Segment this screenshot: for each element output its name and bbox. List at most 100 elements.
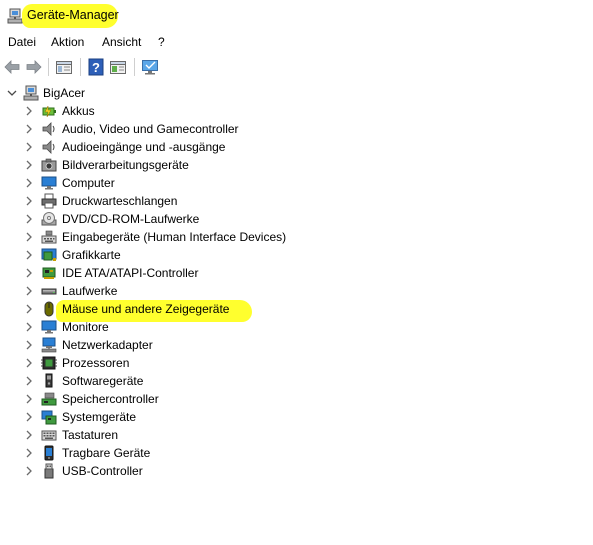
window-title: Geräte-Manager	[27, 8, 119, 22]
tree-item-hid[interactable]: Eingabegeräte (Human Interface Devices)	[0, 228, 593, 246]
toolbar: ?	[0, 55, 593, 79]
tree-item-label: Tragbare Geräte	[62, 446, 151, 460]
help-icon[interactable]: ?	[86, 57, 106, 77]
tree-item-drives[interactable]: Laufwerke	[0, 282, 593, 300]
tree-item-imaging[interactable]: Bildverarbeitungsgeräte	[0, 156, 593, 174]
chevron-right-icon[interactable]	[23, 339, 35, 351]
tree-item-portable-devices[interactable]: Tragbare Geräte	[0, 444, 593, 462]
tree-item-ide[interactable]: IDE ATA/ATAPI-Controller	[0, 264, 593, 282]
chevron-right-icon[interactable]	[23, 105, 35, 117]
tree-item-label: Eingabegeräte (Human Interface Devices)	[62, 230, 287, 244]
speaker-icon	[42, 140, 55, 154]
network-adapter-icon	[41, 337, 57, 353]
back-arrow-icon[interactable]	[2, 57, 22, 77]
tree-item-monitors[interactable]: Monitore	[0, 318, 593, 336]
tree-item-usb[interactable]: USB-Controller	[0, 462, 593, 480]
chevron-right-icon[interactable]	[23, 465, 35, 477]
chevron-right-icon[interactable]	[23, 213, 35, 225]
keyboard-icon	[41, 430, 57, 441]
tree-item-computer[interactable]: Computer	[0, 174, 593, 192]
chevron-right-icon[interactable]	[23, 231, 35, 243]
show-hidden-icon[interactable]	[108, 57, 128, 77]
tree-item-akkus[interactable]: Akkus	[0, 102, 593, 120]
chevron-right-icon[interactable]	[23, 357, 35, 369]
tree-item-mice[interactable]: Mäuse und andere Zeigegeräte	[0, 300, 593, 318]
tree-item-label: Tastaturen	[62, 428, 119, 442]
chevron-right-icon[interactable]	[23, 267, 35, 279]
menu-help[interactable]: ?	[158, 35, 165, 49]
chevron-right-icon[interactable]	[23, 303, 35, 315]
tree-item-label: Softwaregeräte	[62, 374, 144, 388]
chevron-right-icon[interactable]	[23, 123, 35, 135]
tree-item-network[interactable]: Netzwerkadapter	[0, 336, 593, 354]
tree-item-processors[interactable]: Prozessoren	[0, 354, 593, 372]
tree-item-label: Systemgeräte	[62, 410, 137, 424]
tree-item-graphics[interactable]: Grafikkarte	[0, 246, 593, 264]
chevron-right-icon[interactable]	[23, 195, 35, 207]
tree-item-keyboards[interactable]: Tastaturen	[0, 426, 593, 444]
tree-item-label: Mäuse und andere Zeigegeräte	[62, 302, 230, 316]
chevron-right-icon[interactable]	[23, 177, 35, 189]
tree-item-label: Netzwerkadapter	[62, 338, 153, 352]
hid-icon	[41, 230, 57, 244]
svg-text:?: ?	[92, 60, 100, 75]
tree-root-label: BigAcer	[43, 86, 86, 100]
tree-item-label: Computer	[62, 176, 115, 190]
tree-item-system-devices[interactable]: Systemgeräte	[0, 408, 593, 426]
software-device-icon	[45, 373, 53, 388]
tree-item-label: Akkus	[62, 104, 95, 118]
disc-icon	[41, 212, 57, 226]
toolbar-separator	[80, 58, 81, 76]
tree-item-audio-video[interactable]: Audio, Video und Gamecontroller	[0, 120, 593, 138]
tree-item-label: Speichercontroller	[62, 392, 159, 406]
portable-device-icon	[44, 445, 54, 461]
tree-item-audio-io[interactable]: Audioeingänge und -ausgänge	[0, 138, 593, 156]
graphics-card-icon	[41, 248, 57, 261]
chevron-down-icon[interactable]	[6, 87, 18, 99]
chevron-right-icon[interactable]	[23, 141, 35, 153]
toolbar-separator	[134, 58, 135, 76]
tree-item-label: Monitore	[62, 320, 109, 334]
menu-ansicht[interactable]: Ansicht	[102, 35, 141, 49]
chevron-right-icon[interactable]	[23, 249, 35, 261]
device-manager-app-icon	[7, 8, 23, 24]
chevron-right-icon[interactable]	[23, 375, 35, 387]
chevron-right-icon[interactable]	[23, 447, 35, 459]
forward-arrow-icon[interactable]	[24, 57, 44, 77]
chevron-right-icon[interactable]	[23, 429, 35, 441]
tree-item-label: Audioeingänge und -ausgänge	[62, 140, 226, 154]
chevron-right-icon[interactable]	[23, 321, 35, 333]
ide-controller-icon	[42, 267, 56, 279]
camera-icon	[41, 158, 57, 172]
chevron-right-icon[interactable]	[23, 159, 35, 171]
tree-item-label: Prozessoren	[62, 356, 130, 370]
tree-item-label: Audio, Video und Gamecontroller	[62, 122, 239, 136]
title-bar: Geräte-Manager	[0, 0, 593, 31]
tree-item-label: DVD/CD-ROM-Laufwerke	[62, 212, 200, 226]
storage-controller-icon	[41, 392, 57, 406]
battery-icon	[42, 105, 56, 118]
tree-item-label: Grafikkarte	[62, 248, 121, 262]
usb-icon	[44, 463, 54, 479]
tree-item-label: Bildverarbeitungsgeräte	[62, 158, 189, 172]
monitor-icon	[41, 320, 57, 334]
tree-item-software-devices[interactable]: Softwaregeräte	[0, 372, 593, 390]
tree-item-storage-controllers[interactable]: Speichercontroller	[0, 390, 593, 408]
tree-item-dvd[interactable]: DVD/CD-ROM-Laufwerke	[0, 210, 593, 228]
tree-item-label: IDE ATA/ATAPI-Controller	[62, 266, 199, 280]
computer-root-icon	[23, 85, 39, 101]
properties-icon[interactable]	[54, 57, 74, 77]
menu-datei[interactable]: Datei	[8, 35, 36, 49]
menu-aktion[interactable]: Aktion	[51, 35, 84, 49]
monitor-scan-icon[interactable]	[140, 57, 160, 77]
processor-icon	[41, 356, 57, 370]
toolbar-separator	[48, 58, 49, 76]
chevron-right-icon[interactable]	[23, 393, 35, 405]
tree-root[interactable]: BigAcer	[0, 84, 593, 102]
mouse-icon	[44, 301, 54, 317]
tree-item-print-queues[interactable]: Druckwarteschlangen	[0, 192, 593, 210]
drive-icon	[41, 288, 57, 295]
chevron-right-icon[interactable]	[23, 285, 35, 297]
speaker-icon	[42, 122, 55, 136]
chevron-right-icon[interactable]	[23, 411, 35, 423]
